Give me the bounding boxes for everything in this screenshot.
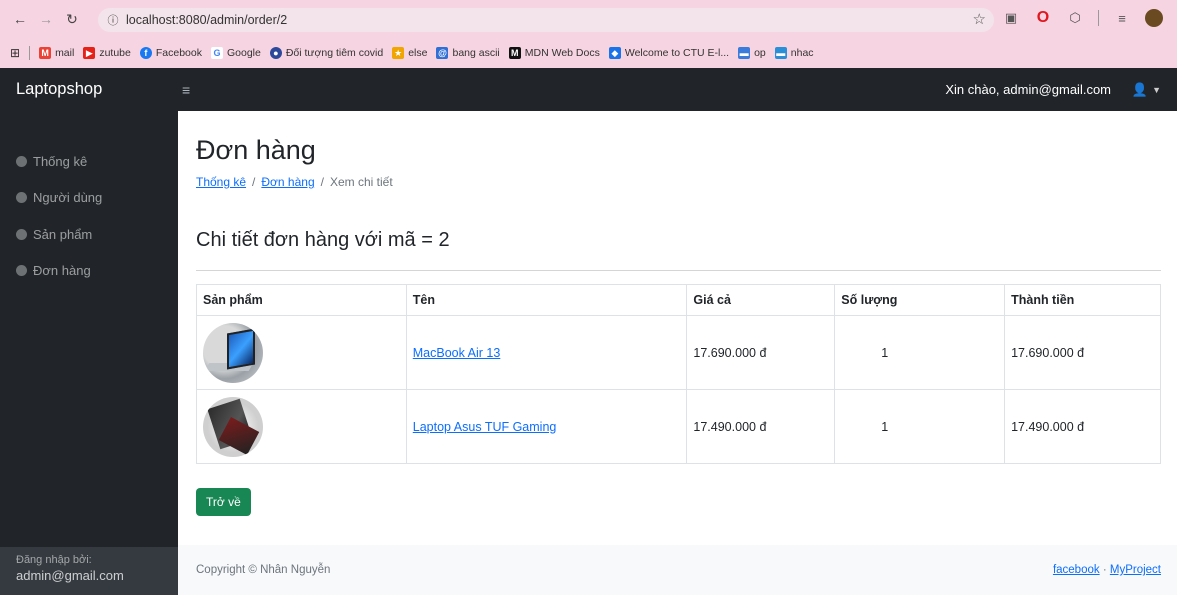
table-row: MacBook Air 13 17.690.000 đ 1 17.690.000… (196, 315, 1161, 390)
table-row: Laptop Asus TUF Gaming 17.490.000 đ 1 17… (196, 389, 1161, 464)
divider (196, 270, 1161, 271)
main-content: Đơn hàng Thống kê / Đơn hàng / Xem chi t… (178, 111, 1177, 545)
bookmark-else[interactable]: ★ else (392, 47, 427, 59)
page-title: Đơn hàng (196, 135, 316, 165)
bookmarks-divider (29, 46, 31, 60)
product-image-cell (196, 315, 407, 390)
bookmark-mdn[interactable]: M MDN Web Docs (508, 47, 600, 59)
logged-in-user: admin@gmail.com (16, 568, 124, 583)
op-site-icon: ▬ (738, 47, 751, 59)
footer-link-myproject[interactable]: MyProject (1110, 564, 1161, 576)
address-url[interactable]: localhost:8080/admin/order/2 (126, 13, 287, 27)
reading-list-icon[interactable]: ≡ (1113, 9, 1131, 27)
brand-logo[interactable]: Laptopshop (0, 80, 178, 99)
forward-arrow-icon[interactable]: → (36, 9, 56, 29)
quantity-cell: 1 (834, 389, 1006, 464)
product-image-cell (196, 389, 407, 464)
ctu-icon: ◆ (608, 47, 621, 59)
total-cell: 17.490.000 đ (1004, 389, 1161, 464)
product-link[interactable]: Laptop Asus TUF Gaming (413, 420, 557, 434)
app-topbar: Laptopshop ≡ Xin chào, admin@gmail.com 👤… (0, 68, 1177, 111)
column-header-name: Tên (405, 284, 688, 316)
product-name-cell: MacBook Air 13 (405, 315, 688, 390)
orders-icon (16, 265, 27, 276)
google-icon: G (210, 47, 223, 59)
puzzle-icon[interactable]: ⬡ (1066, 9, 1084, 27)
logged-in-label: Đăng nhập bởi: (16, 554, 92, 566)
section-title: Chi tiết đơn hàng với mã = 2 (196, 229, 450, 251)
extensions-area: ▣ O ⬡ ≡ ⋮ (1002, 9, 1177, 27)
breadcrumb: Thống kê / Đơn hàng / Xem chi tiết (196, 175, 393, 189)
product-image-asus (203, 396, 263, 457)
sidebar-item-nguoi-dung[interactable]: Người dùng (16, 190, 102, 205)
profile-avatar-icon[interactable] (1145, 9, 1163, 27)
back-button[interactable]: Trở về (196, 488, 251, 516)
product-link[interactable]: MacBook Air 13 (413, 346, 501, 360)
total-cell: 17.690.000 đ (1004, 315, 1161, 390)
info-icon[interactable]: ⓘ (102, 9, 124, 31)
table-header-row: Sản phẩm Tên Giá cả Số lượng Thành tiền (196, 284, 1161, 316)
bookmark-mail[interactable]: Mmail (39, 47, 74, 59)
copyright-text: Copyright © Nhân Nguyễn (196, 564, 331, 576)
dashboard-icon (16, 156, 27, 167)
column-header-product: Sản phẩm (196, 284, 407, 316)
product-name-cell: Laptop Asus TUF Gaming (405, 389, 688, 464)
extension-icon[interactable]: ▣ (1002, 9, 1020, 27)
bookmark-nhac[interactable]: ▬ nhac (774, 47, 814, 59)
sidebar-item-thong-ke[interactable]: Thống kê (16, 154, 87, 169)
breadcrumb-separator: / (252, 175, 256, 189)
users-icon (16, 192, 27, 203)
toolbar-divider (1098, 10, 1099, 26)
reload-icon[interactable]: ↻ (62, 9, 82, 29)
apps-grid-icon[interactable]: ⊞ (10, 46, 20, 60)
order-detail-table: Sản phẩm Tên Giá cả Số lượng Thành tiền … (196, 284, 1161, 464)
mdn-icon: M (508, 47, 521, 59)
breadcrumb-link-thong-ke[interactable]: Thống kê (196, 175, 246, 189)
bookmark-op[interactable]: ▬ op (738, 47, 766, 59)
page-footer: Copyright © Nhân Nguyễn facebook · MyPro… (178, 545, 1177, 595)
price-cell: 17.690.000 đ (686, 315, 836, 390)
sidebar-item-don-hang[interactable]: Đơn hàng (16, 263, 91, 278)
back-arrow-icon[interactable]: ← (10, 9, 30, 29)
user-menu-dropdown[interactable]: 👤 ▼ (1132, 82, 1161, 98)
quantity-cell: 1 (834, 315, 1006, 390)
product-image-macbook (203, 322, 263, 383)
breadcrumb-current: Xem chi tiết (329, 175, 393, 189)
chevron-down-icon: ▼ (1152, 84, 1161, 95)
column-header-total: Thành tiền (1004, 284, 1161, 316)
sidebar-toggle-icon[interactable]: ≡ (182, 82, 190, 98)
youtube-icon: ▶ (83, 47, 96, 59)
footer-separator: · (1102, 564, 1107, 576)
browser-toolbar: ← → ↻ ⓘ localhost:8080/admin/order/2 ☆ ▣… (0, 0, 1177, 38)
facebook-icon: f (139, 47, 152, 59)
covid-site-icon: ● (269, 47, 282, 59)
music-site-icon: ▬ (774, 47, 787, 59)
bookmark-facebook[interactable]: f Facebook (139, 47, 202, 59)
greeting-text: Xin chào, admin@gmail.com (945, 82, 1111, 97)
bookmark-covid[interactable]: ● Đối tượng tiêm covid (269, 47, 383, 59)
price-cell: 17.490.000 đ (686, 389, 836, 464)
user-icon: 👤 (1131, 81, 1149, 97)
bookmark-google[interactable]: G Google (210, 47, 261, 59)
bookmark-star-icon[interactable]: ☆ (973, 10, 986, 28)
footer-links: facebook · MyProject (1053, 564, 1161, 576)
bookmark-bang-ascii[interactable]: @ bang ascii (436, 47, 500, 59)
column-header-quantity: Số lượng (834, 284, 1006, 316)
sidebar-item-san-pham[interactable]: Sản phẩm (16, 227, 92, 242)
footer-link-facebook[interactable]: facebook (1053, 564, 1100, 576)
sidebar-footer: Đăng nhập bởi: admin@gmail.com (0, 547, 178, 595)
products-icon (16, 229, 27, 240)
bookmarks-bar: ⊞ Mmail ▶ zutube f Facebook G Google ● Đối t… (0, 38, 1177, 68)
ascii-site-icon: @ (436, 47, 449, 59)
bookmark-ctu[interactable]: ◆ Welcome to CTU E-l... (608, 47, 729, 59)
breadcrumb-separator: / (320, 175, 324, 189)
star-folder-icon: ★ (392, 47, 405, 59)
sidebar: Thống kê Người dùng Sản phẩm Đơn hàng Đă… (0, 111, 178, 595)
bookmark-zutube[interactable]: ▶ zutube (83, 47, 131, 59)
breadcrumb-link-don-hang[interactable]: Đơn hàng (261, 175, 314, 189)
gmail-icon: M (39, 47, 52, 59)
column-header-price: Giá cả (686, 284, 836, 316)
opera-icon[interactable]: O (1034, 9, 1052, 27)
address-bar[interactable]: ⓘ localhost:8080/admin/order/2 ☆ (98, 8, 994, 32)
